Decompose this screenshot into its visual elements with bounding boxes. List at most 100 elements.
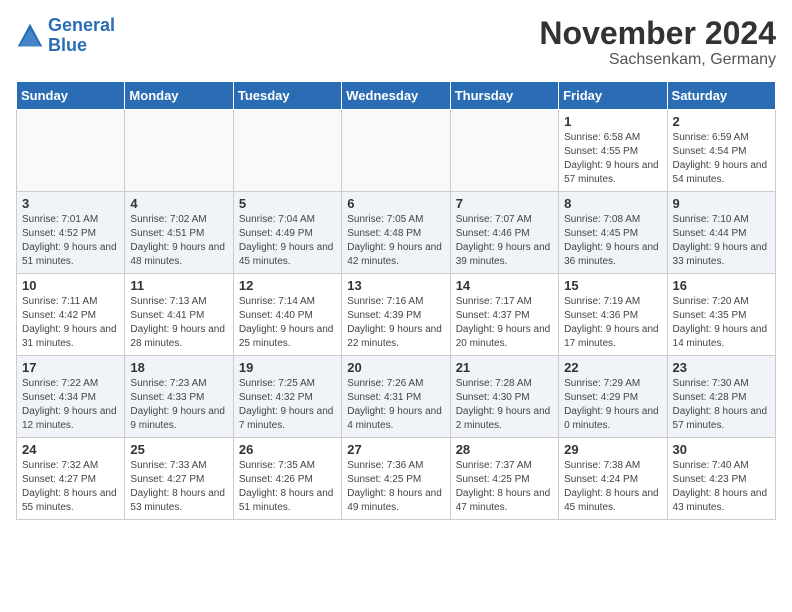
location: Sachsenkam, Germany — [539, 51, 776, 69]
day-info: Sunrise: 7:05 AM Sunset: 4:48 PM Dayligh… — [347, 213, 444, 269]
column-header-wednesday: Wednesday — [342, 82, 450, 110]
day-number: 24 — [22, 442, 119, 457]
day-number: 8 — [564, 196, 661, 211]
day-info: Sunrise: 7:26 AM Sunset: 4:31 PM Dayligh… — [347, 377, 444, 433]
day-info: Sunrise: 7:17 AM Sunset: 4:37 PM Dayligh… — [456, 295, 553, 351]
title-block: November 2024 Sachsenkam, Germany — [539, 16, 776, 69]
day-number: 25 — [130, 442, 227, 457]
day-number: 29 — [564, 442, 661, 457]
day-info: Sunrise: 7:38 AM Sunset: 4:24 PM Dayligh… — [564, 459, 661, 515]
column-header-thursday: Thursday — [450, 82, 558, 110]
day-info: Sunrise: 7:35 AM Sunset: 4:26 PM Dayligh… — [239, 459, 336, 515]
day-info: Sunrise: 7:23 AM Sunset: 4:33 PM Dayligh… — [130, 377, 227, 433]
day-info: Sunrise: 7:25 AM Sunset: 4:32 PM Dayligh… — [239, 377, 336, 433]
calendar-cell: 29 Sunrise: 7:38 AM Sunset: 4:24 PM Dayli… — [559, 438, 667, 520]
day-number: 12 — [239, 278, 336, 293]
calendar-cell: 9 Sunrise: 7:10 AM Sunset: 4:44 PM Daylig… — [667, 192, 775, 274]
calendar-cell: 18 Sunrise: 7:23 AM Sunset: 4:33 PM Dayli… — [125, 356, 233, 438]
calendar-week-2: 3 Sunrise: 7:01 AM Sunset: 4:52 PM Daylig… — [17, 192, 776, 274]
logo-icon — [16, 22, 44, 50]
calendar-cell: 8Sunrise: 7:08 AM Sunset: 4:45 PM Daylig… — [559, 192, 667, 274]
day-number: 20 — [347, 360, 444, 375]
day-info: Sunrise: 7:40 AM Sunset: 4:23 PM Dayligh… — [673, 459, 770, 515]
day-number: 30 — [673, 442, 770, 457]
day-info: Sunrise: 7:29 AM Sunset: 4:29 PM Dayligh… — [564, 377, 661, 433]
day-number: 22 — [564, 360, 661, 375]
day-info: Sunrise: 7:14 AM Sunset: 4:40 PM Dayligh… — [239, 295, 336, 351]
column-header-tuesday: Tuesday — [233, 82, 341, 110]
column-header-friday: Friday — [559, 82, 667, 110]
day-number: 26 — [239, 442, 336, 457]
day-number: 2 — [673, 114, 770, 129]
day-info: Sunrise: 7:16 AM Sunset: 4:39 PM Dayligh… — [347, 295, 444, 351]
calendar-cell: 20 Sunrise: 7:26 AM Sunset: 4:31 PM Dayli… — [342, 356, 450, 438]
day-number: 17 — [22, 360, 119, 375]
calendar-table: SundayMondayTuesdayWednesdayThursdayFrid… — [16, 81, 776, 520]
calendar-cell: 11Sunrise: 7:13 AM Sunset: 4:41 PM Dayli… — [125, 274, 233, 356]
day-number: 14 — [456, 278, 553, 293]
calendar-cell: 25 Sunrise: 7:33 AM Sunset: 4:27 PM Dayli… — [125, 438, 233, 520]
day-number: 23 — [673, 360, 770, 375]
calendar-cell — [233, 110, 341, 192]
day-number: 15 — [564, 278, 661, 293]
day-number: 27 — [347, 442, 444, 457]
calendar-cell: 12 Sunrise: 7:14 AM Sunset: 4:40 PM Dayli… — [233, 274, 341, 356]
day-number: 3 — [22, 196, 119, 211]
day-info: Sunrise: 7:22 AM Sunset: 4:34 PM Dayligh… — [22, 377, 119, 433]
calendar-cell: 28Sunrise: 7:37 AM Sunset: 4:25 PM Dayli… — [450, 438, 558, 520]
day-number: 9 — [673, 196, 770, 211]
day-number: 19 — [239, 360, 336, 375]
calendar-cell: 27Sunrise: 7:36 AM Sunset: 4:25 PM Dayli… — [342, 438, 450, 520]
day-number: 4 — [130, 196, 227, 211]
calendar-cell: 2Sunrise: 6:59 AM Sunset: 4:54 PM Daylig… — [667, 110, 775, 192]
day-number: 18 — [130, 360, 227, 375]
day-info: Sunrise: 7:28 AM Sunset: 4:30 PM Dayligh… — [456, 377, 553, 433]
day-number: 13 — [347, 278, 444, 293]
calendar-week-1: 1 Sunrise: 6:58 AM Sunset: 4:55 PM Daylig… — [17, 110, 776, 192]
page-header: GeneralBlue November 2024 Sachsenkam, Ge… — [16, 16, 776, 69]
day-number: 11 — [130, 278, 227, 293]
calendar-cell: 13 Sunrise: 7:16 AM Sunset: 4:39 PM Dayli… — [342, 274, 450, 356]
calendar-cell: 4 Sunrise: 7:02 AM Sunset: 4:51 PM Daylig… — [125, 192, 233, 274]
calendar-week-5: 24Sunrise: 7:32 AM Sunset: 4:27 PM Dayli… — [17, 438, 776, 520]
column-header-saturday: Saturday — [667, 82, 775, 110]
day-info: Sunrise: 7:01 AM Sunset: 4:52 PM Dayligh… — [22, 213, 119, 269]
day-number: 5 — [239, 196, 336, 211]
calendar-cell: 30 Sunrise: 7:40 AM Sunset: 4:23 PM Dayli… — [667, 438, 775, 520]
day-info: Sunrise: 7:30 AM Sunset: 4:28 PM Dayligh… — [673, 377, 770, 433]
calendar-cell: 22 Sunrise: 7:29 AM Sunset: 4:29 PM Dayli… — [559, 356, 667, 438]
day-number: 10 — [22, 278, 119, 293]
calendar-cell: 19 Sunrise: 7:25 AM Sunset: 4:32 PM Dayli… — [233, 356, 341, 438]
day-number: 21 — [456, 360, 553, 375]
day-info: Sunrise: 7:19 AM Sunset: 4:36 PM Dayligh… — [564, 295, 661, 351]
day-info: Sunrise: 7:20 AM Sunset: 4:35 PM Dayligh… — [673, 295, 770, 351]
day-number: 1 — [564, 114, 661, 129]
calendar-cell: 6Sunrise: 7:05 AM Sunset: 4:48 PM Daylig… — [342, 192, 450, 274]
calendar-header-row: SundayMondayTuesdayWednesdayThursdayFrid… — [17, 82, 776, 110]
calendar-cell: 16 Sunrise: 7:20 AM Sunset: 4:35 PM Dayli… — [667, 274, 775, 356]
calendar-cell: 3 Sunrise: 7:01 AM Sunset: 4:52 PM Daylig… — [17, 192, 125, 274]
day-info: Sunrise: 7:11 AM Sunset: 4:42 PM Dayligh… — [22, 295, 119, 351]
day-info: Sunrise: 7:04 AM Sunset: 4:49 PM Dayligh… — [239, 213, 336, 269]
column-header-sunday: Sunday — [17, 82, 125, 110]
calendar-cell — [450, 110, 558, 192]
calendar-cell: 10 Sunrise: 7:11 AM Sunset: 4:42 PM Dayli… — [17, 274, 125, 356]
logo: GeneralBlue — [16, 16, 115, 56]
day-number: 7 — [456, 196, 553, 211]
day-info: Sunrise: 6:58 AM Sunset: 4:55 PM Dayligh… — [564, 131, 661, 187]
calendar-cell — [342, 110, 450, 192]
logo-text: GeneralBlue — [48, 16, 115, 56]
day-info: Sunrise: 7:07 AM Sunset: 4:46 PM Dayligh… — [456, 213, 553, 269]
calendar-cell: 24Sunrise: 7:32 AM Sunset: 4:27 PM Dayli… — [17, 438, 125, 520]
calendar-cell — [125, 110, 233, 192]
day-info: Sunrise: 7:02 AM Sunset: 4:51 PM Dayligh… — [130, 213, 227, 269]
day-info: Sunrise: 7:10 AM Sunset: 4:44 PM Dayligh… — [673, 213, 770, 269]
column-header-monday: Monday — [125, 82, 233, 110]
calendar-cell: 15 Sunrise: 7:19 AM Sunset: 4:36 PM Dayli… — [559, 274, 667, 356]
month-title: November 2024 — [539, 16, 776, 51]
day-number: 16 — [673, 278, 770, 293]
day-info: Sunrise: 7:33 AM Sunset: 4:27 PM Dayligh… — [130, 459, 227, 515]
calendar-cell: 21 Sunrise: 7:28 AM Sunset: 4:30 PM Dayli… — [450, 356, 558, 438]
calendar-cell: 14 Sunrise: 7:17 AM Sunset: 4:37 PM Dayli… — [450, 274, 558, 356]
calendar-week-3: 10 Sunrise: 7:11 AM Sunset: 4:42 PM Dayli… — [17, 274, 776, 356]
